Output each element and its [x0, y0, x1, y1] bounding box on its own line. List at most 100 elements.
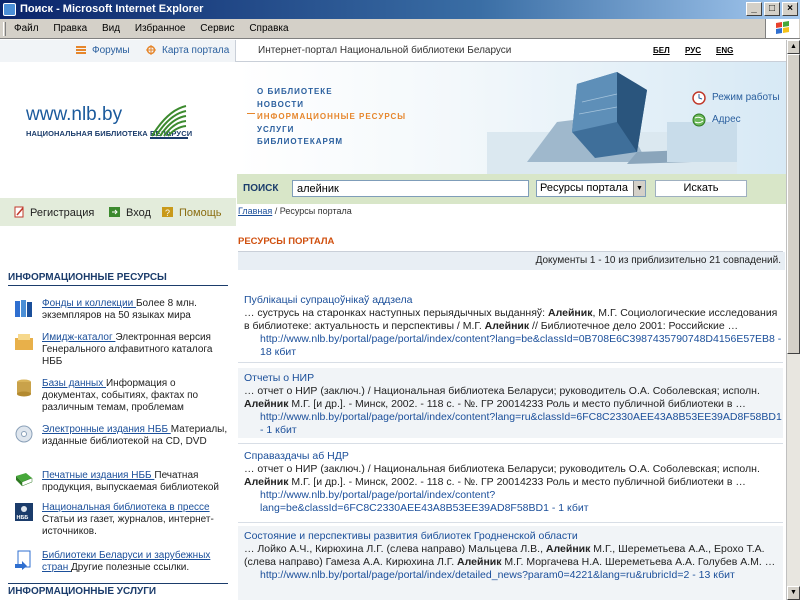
breadcrumb-current: Ресурсы портала: [279, 206, 352, 216]
menu-help[interactable]: Справка: [249, 23, 288, 34]
breadcrumb-home[interactable]: Главная: [238, 206, 272, 216]
lang-be-link[interactable]: БЕЛ: [653, 46, 670, 55]
search-scope-value: Ресурсы портала: [540, 182, 628, 194]
result-divider: [238, 522, 783, 523]
result-title-link[interactable]: Справаздачы аб НДР: [244, 449, 783, 463]
portal-map-link[interactable]: Карта портала: [162, 45, 229, 56]
results-count: Документы 1 - 10 из приблизительно 21 со…: [238, 252, 785, 270]
nav-info-resources[interactable]: ИНФОРМАЦИОННЫЕ РЕСУРСЫ: [257, 112, 406, 121]
login-link[interactable]: Вход: [126, 207, 151, 219]
nav-for-librarians[interactable]: БИБЛИОТЕКАРЯМ: [257, 137, 343, 146]
result-url-text[interactable]: http://www.nlb.by/portal/page/portal/ind…: [260, 411, 782, 423]
nav-news[interactable]: НОВОСТИ: [257, 100, 304, 109]
scroll-thumb[interactable]: [787, 54, 800, 354]
nav-about[interactable]: О БИБЛИОТЕКЕ: [257, 87, 333, 96]
resource-link-databases[interactable]: Базы данных: [42, 378, 106, 389]
result-url[interactable]: http://www.nlb.by/portal/page/portal/ind…: [244, 411, 783, 437]
auth-bar: Регистрация Вход ? Помощь: [0, 198, 236, 226]
vertical-scrollbar[interactable]: ▲ ▼: [786, 40, 800, 600]
resource-desc-press: Статьи из газет, журналов, интернет-исто…: [42, 514, 214, 537]
result-snippet: … суструсь на старонках наступных перыяд…: [244, 307, 783, 333]
help-link[interactable]: Помощь: [179, 207, 222, 219]
left-column: www.nlb.by НАЦИОНАЛЬНАЯ БИБЛИОТЕКА БЕЛАР…: [0, 62, 236, 600]
result-url[interactable]: http://www.nlb.by/portal/page/portal/ind…: [244, 489, 783, 515]
minimize-button[interactable]: _: [746, 2, 762, 16]
menu-favorites[interactable]: Избранное: [135, 23, 186, 34]
breadcrumb: Главная / Ресурсы портала: [238, 206, 352, 216]
forum-icon: [76, 46, 86, 54]
services-header: ИНФОРМАЦИОННЫЕ УСЛУГИ: [8, 583, 228, 597]
close-button[interactable]: ×: [782, 2, 798, 16]
result-divider: [238, 443, 783, 444]
working-hours-link[interactable]: Режим работы: [712, 92, 780, 103]
snippet-text: М.Г. Моргачева Н.А. Шереметьева А.А. Гол…: [501, 556, 776, 568]
menu-edit[interactable]: Правка: [53, 23, 87, 34]
scroll-down-button[interactable]: ▼: [787, 586, 800, 600]
snippet-text: … суструсь на старонках наступных перыяд…: [244, 307, 548, 319]
register-link[interactable]: Регистрация: [30, 207, 94, 219]
snippet-text: // Библиотечное дело 2001: Российские …: [529, 320, 739, 332]
highlight-term: Алейник: [545, 543, 591, 555]
lang-en-link[interactable]: ENG: [716, 46, 733, 55]
highlight-term: Алейник: [244, 398, 289, 410]
resource-link-print-publications[interactable]: Печатные издания НББ: [42, 470, 154, 481]
books-icon: [15, 300, 32, 317]
press-icon-caption: НББ: [17, 515, 29, 521]
library-logo-icon: [150, 105, 188, 139]
portal-title: Интернет-портал Национальной библиотеки …: [258, 45, 512, 56]
forums-link[interactable]: Форумы: [92, 45, 130, 56]
result-url-text[interactable]: http://www.nlb.by/portal/page/portal/ind…: [260, 489, 549, 514]
resource-link-e-publications[interactable]: Электронные издания НББ: [42, 424, 171, 435]
snippet-text: … отчет о НИР (заключ.) / Национальная б…: [244, 385, 760, 397]
resource-link-image-catalog[interactable]: Имидж-каталог: [42, 332, 115, 343]
result-title-link[interactable]: Состояние и перспективы развития библиот…: [244, 529, 783, 543]
snippet-text: М.Г. [и др.]. - Минск, 2002. - 118 с. - …: [288, 398, 746, 410]
header-banner: О БИБЛИОТЕКЕ НОВОСТИ ИНФОРМАЦИОННЫЕ РЕСУ…: [237, 62, 786, 174]
snippet-text: … Лойко А.Ч., Кирюхина Л.Г. (слева напра…: [244, 543, 546, 555]
database-icon: [17, 379, 31, 397]
window-controls: _ □ ×: [746, 2, 798, 16]
press-nbb-icon: НББ: [15, 503, 33, 521]
snippet-text: М.Г. [и др.]. - Минск, 2002. - 118 с. - …: [288, 476, 746, 488]
nav-services[interactable]: УСЛУГИ: [257, 125, 294, 134]
search-result: Состояние и перспективы развития библиот…: [238, 526, 783, 600]
book-icon: [16, 473, 33, 487]
result-size: - 1 кбит: [548, 502, 589, 514]
search-result: Отчеты о НИР … отчет о НИР (заключ.) / Н…: [238, 368, 783, 438]
result-url-text[interactable]: http://www.nlb.by/portal/page/portal/ind…: [260, 333, 775, 345]
menu-grip: [3, 22, 6, 36]
result-title-link[interactable]: Отчеты о НИР: [244, 371, 783, 385]
highlight-term: Алейник: [484, 320, 530, 332]
address-link[interactable]: Адрес: [712, 114, 741, 125]
catalog-box-icon: [15, 334, 33, 350]
highlight-term: Алейник: [457, 556, 502, 568]
menu-view[interactable]: Вид: [102, 23, 120, 34]
result-title-link[interactable]: Публікацыі супрацоўнікаў аддзела: [244, 293, 783, 307]
scroll-up-button[interactable]: ▲: [787, 40, 800, 54]
help-icon: ?: [162, 207, 173, 218]
result-size: - 1 кбит: [260, 424, 297, 436]
search-input[interactable]: [292, 180, 529, 197]
result-url-text[interactable]: http://www.nlb.by/portal/page/portal/ind…: [260, 569, 689, 581]
resource-link-funds[interactable]: Фонды и коллекции: [42, 298, 136, 309]
search-scope-select[interactable]: Ресурсы портала ▼: [536, 180, 646, 197]
chevron-down-icon[interactable]: ▼: [633, 181, 645, 196]
ie-icon: [3, 3, 16, 16]
menu-tools[interactable]: Сервис: [200, 23, 234, 34]
search-button[interactable]: Искать: [655, 180, 747, 197]
page-content: Форумы Карта портала Интернет-портал Нац…: [0, 40, 786, 600]
search-bar: ПОИСК Ресурсы портала ▼ Искать: [237, 174, 786, 204]
nav-active-marker: [247, 113, 255, 114]
result-url[interactable]: http://www.nlb.by/portal/page/portal/ind…: [244, 569, 783, 582]
menu-file[interactable]: Файл: [14, 23, 39, 34]
login-icon: [109, 207, 120, 217]
maximize-button[interactable]: □: [764, 2, 780, 16]
clock-icon: [692, 91, 706, 105]
result-snippet: … отчет о НИР (заключ.) / Национальная б…: [244, 463, 783, 489]
resource-link-press[interactable]: Национальная библиотека в прессе: [42, 502, 210, 513]
cd-icon: [15, 425, 33, 443]
register-icon: [14, 206, 24, 218]
lang-ru-link[interactable]: РУС: [685, 46, 701, 55]
result-url[interactable]: http://www.nlb.by/portal/page/portal/ind…: [244, 333, 783, 359]
logo-url[interactable]: www.nlb.by: [26, 104, 122, 126]
